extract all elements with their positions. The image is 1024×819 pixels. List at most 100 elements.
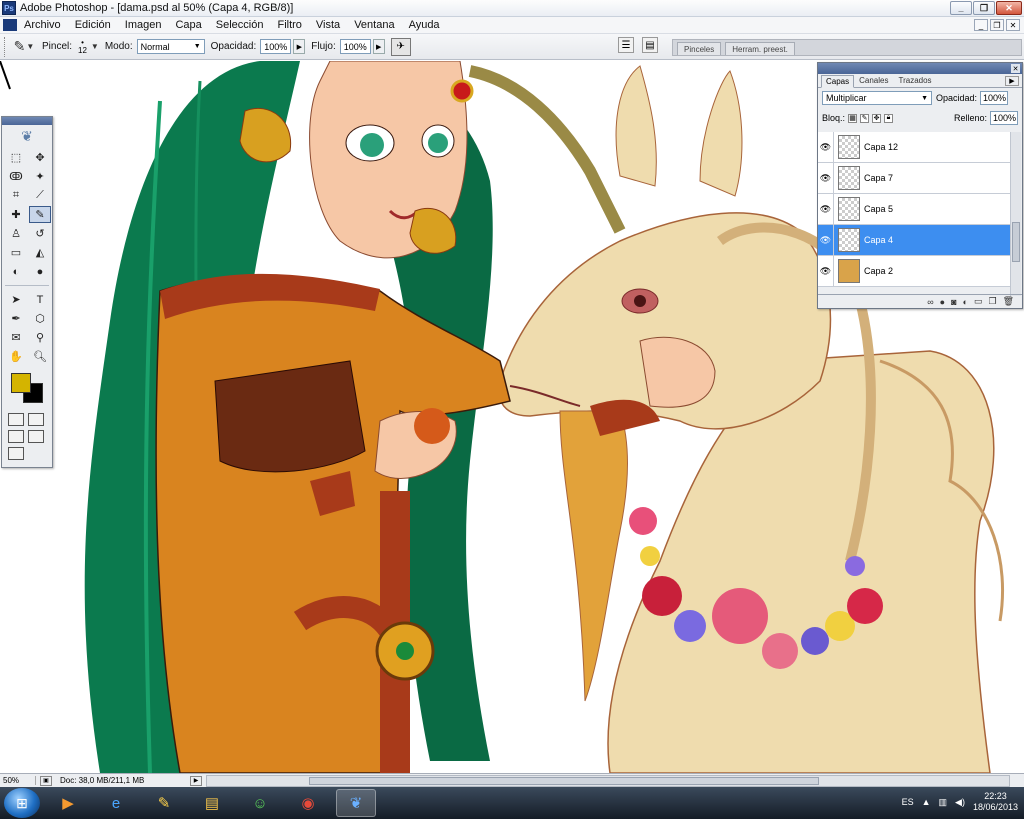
visibility-eye-icon[interactable]: 👁︎ xyxy=(818,224,834,256)
panel-menu-icon[interactable]: ▶ xyxy=(1005,76,1019,86)
path-selection-tool-icon[interactable]: ➤ xyxy=(5,291,27,308)
layer-row-capa-7[interactable]: 👁︎ Capa 7 xyxy=(818,162,1010,194)
tab-trazados[interactable]: Trazados xyxy=(893,74,936,87)
brush-size-picker[interactable]: • 12 xyxy=(78,38,87,55)
feather-logo-icon[interactable]: ❦ xyxy=(2,125,52,147)
status-menu-icon[interactable]: ▣ xyxy=(40,775,52,786)
quick-mask-button[interactable] xyxy=(28,413,44,426)
minimize-button[interactable]: _ xyxy=(950,1,972,15)
magic-wand-tool-icon[interactable]: ✦ xyxy=(29,168,51,185)
fill-input[interactable]: 100% xyxy=(990,111,1018,125)
maximize-button[interactable]: ❐ xyxy=(973,1,995,15)
clone-stamp-tool-icon[interactable]: ♙ xyxy=(5,225,27,242)
zoom-tool-icon[interactable]: 🔍︎ xyxy=(29,348,51,365)
group-icon[interactable]: ▭ xyxy=(974,296,983,307)
crop-tool-icon[interactable]: ⌗ xyxy=(5,187,27,204)
panel-close-icon[interactable]: ✕ xyxy=(1011,64,1020,73)
mode-select[interactable]: Normal ▼ xyxy=(136,39,205,54)
move-tool-icon[interactable]: ✥ xyxy=(29,149,51,166)
photoshop-taskbar-icon[interactable]: ❦ xyxy=(336,789,376,817)
blend-mode-select[interactable]: Multiplicar ▼ xyxy=(822,91,932,105)
screen-mode-full-button[interactable] xyxy=(28,430,44,443)
visibility-eye-icon[interactable]: 👁︎ xyxy=(818,131,834,163)
tab-canales[interactable]: Canales xyxy=(854,74,893,87)
visibility-eye-icon[interactable]: 👁︎ xyxy=(818,255,834,287)
shape-tool-icon[interactable]: ⬡ xyxy=(29,310,51,327)
dodge-tool-icon[interactable]: ● xyxy=(29,263,51,280)
start-button[interactable]: ⊞ xyxy=(4,788,40,818)
tab-herram-preest[interactable]: Herram. preest. xyxy=(725,42,795,55)
show-hidden-icons-icon[interactable]: ▲ xyxy=(922,797,931,807)
eyedropper-tool-icon[interactable]: ⚲ xyxy=(29,329,51,346)
pen-tool-icon[interactable]: ✒ xyxy=(5,310,27,327)
horizontal-scrollbar[interactable] xyxy=(206,774,1010,787)
brush-chevron-icon[interactable]: ▼ xyxy=(91,42,99,51)
horizontal-scroll-thumb[interactable] xyxy=(309,776,819,785)
tab-capas[interactable]: Capas xyxy=(821,75,855,88)
standard-mode-button[interactable] xyxy=(8,413,24,426)
document-icon[interactable] xyxy=(3,19,17,31)
menu-vista[interactable]: Vista xyxy=(309,19,347,31)
slice-tool-icon[interactable]: ⟋ xyxy=(29,187,51,204)
file-browser-icon[interactable]: ▤ xyxy=(642,37,658,53)
new-layer-icon[interactable]: ❐ xyxy=(988,296,996,307)
doc-close-button[interactable]: ✕ xyxy=(1006,19,1020,31)
menu-edicion[interactable]: Edición xyxy=(68,19,118,31)
layers-scroll-thumb[interactable] xyxy=(1012,222,1020,262)
foreground-color-swatch[interactable] xyxy=(11,373,31,393)
tab-pinceles[interactable]: Pinceles xyxy=(677,42,722,55)
lasso-tool-icon[interactable]: ↂ xyxy=(5,168,27,185)
doc-minimize-button[interactable]: _ xyxy=(974,19,988,31)
lock-position-icon[interactable]: ✥ xyxy=(872,113,882,123)
menu-filtro[interactable]: Filtro xyxy=(270,19,308,31)
mask-icon[interactable]: ◙ xyxy=(951,297,956,307)
layer-row-capa-12[interactable]: 👁︎ Capa 12 xyxy=(818,131,1010,163)
brush-tool-icon[interactable]: ✎ xyxy=(29,206,51,223)
blur-tool-icon[interactable]: ◐ xyxy=(5,263,27,280)
screen-mode-standard-button[interactable] xyxy=(8,430,24,443)
menu-seleccion[interactable]: Selección xyxy=(209,19,271,31)
airbrush-toggle-icon[interactable]: ✈ xyxy=(390,37,411,56)
menu-archivo[interactable]: Archivo xyxy=(17,19,68,31)
layer-row-capa-2[interactable]: 👁︎ Capa 2 xyxy=(818,255,1010,287)
jump-to-imageready-button[interactable] xyxy=(8,447,24,460)
layer-row-capa-5[interactable]: 👁︎ Capa 5 xyxy=(818,193,1010,225)
fx-icon[interactable]: ● xyxy=(940,297,945,307)
zoom-field[interactable]: 50% xyxy=(0,776,36,785)
menu-imagen[interactable]: Imagen xyxy=(118,19,169,31)
network-icon[interactable]: ▥ xyxy=(939,797,948,808)
eraser-tool-icon[interactable]: ▭ xyxy=(5,244,27,261)
lock-pixels-icon[interactable]: ✎ xyxy=(860,113,870,123)
menu-ventana[interactable]: Ventana xyxy=(347,19,401,31)
media-player-icon[interactable]: ▶ xyxy=(48,789,88,817)
layer-row-capa-4[interactable]: 👁︎ Capa 4 xyxy=(818,224,1010,256)
adjustment-icon[interactable]: ◐ xyxy=(963,297,968,307)
visibility-eye-icon[interactable]: 👁︎ xyxy=(818,162,834,194)
lock-transparency-icon[interactable]: ▦ xyxy=(848,113,858,123)
clock[interactable]: 22:23 18/06/2013 xyxy=(973,791,1018,813)
layers-titlebar[interactable]: ✕ xyxy=(818,63,1022,74)
paint-tool-icon[interactable]: ✎ xyxy=(144,789,184,817)
flow-input[interactable]: 100% xyxy=(339,39,371,54)
doc-restore-button[interactable]: ❐ xyxy=(990,19,1004,31)
hand-tool-icon[interactable]: ✋ xyxy=(5,348,27,365)
lock-all-icon[interactable]: 🔒︎ xyxy=(884,113,894,123)
opacity-input[interactable]: 100% xyxy=(260,39,292,54)
marquee-tool-icon[interactable]: ⬚ xyxy=(5,149,27,166)
close-button[interactable]: ✕ xyxy=(996,1,1022,15)
brush-tool-preset-icon[interactable]: ✎ ▼ xyxy=(12,37,36,57)
options-grip[interactable] xyxy=(4,36,8,57)
healing-brush-tool-icon[interactable]: ✚ xyxy=(5,206,27,223)
type-tool-icon[interactable]: T xyxy=(29,291,51,308)
menu-ayuda[interactable]: Ayuda xyxy=(402,19,447,31)
volume-icon[interactable]: ◀) xyxy=(955,797,965,808)
history-brush-tool-icon[interactable]: ↺ xyxy=(29,225,51,242)
layer-opacity-input[interactable]: 100% xyxy=(980,91,1009,105)
language-indicator[interactable]: ES xyxy=(902,797,914,807)
trash-icon[interactable]: 🗑︎ xyxy=(1003,296,1014,307)
link-icon[interactable]: ∞ xyxy=(927,297,933,307)
internet-explorer-icon[interactable]: e xyxy=(96,789,136,817)
notes-tool-icon[interactable]: ✉ xyxy=(5,329,27,346)
chrome-icon[interactable]: ◉ xyxy=(288,789,328,817)
toolbox-titlebar[interactable] xyxy=(2,117,52,125)
